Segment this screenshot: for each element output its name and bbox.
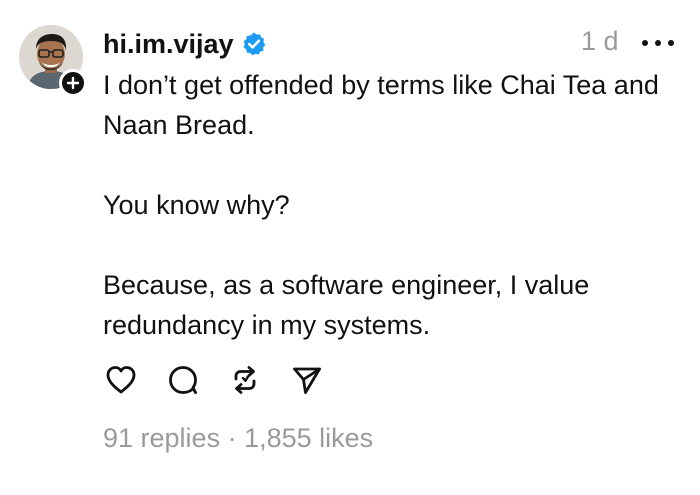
post-paragraph: Because, as a software engineer, I value…: [103, 270, 590, 340]
likes-count[interactable]: 1,855 likes: [244, 423, 373, 453]
verified-badge-icon: [241, 31, 267, 57]
post-stats: 91 replies · 1,855 likes: [103, 423, 373, 454]
post-timestamp: 1 d: [581, 26, 619, 56]
more-horizontal-icon[interactable]: [642, 29, 674, 57]
post-paragraph: I don’t get offended by terms like Chai …: [103, 70, 659, 140]
username[interactable]: hi.im.vijay: [103, 29, 234, 60]
post-body: I don’t get offended by terms like Chai …: [103, 65, 693, 345]
send-icon[interactable]: [289, 362, 325, 398]
post-paragraph: You know why?: [103, 190, 290, 220]
author-avatar[interactable]: [19, 25, 87, 97]
heart-icon[interactable]: [103, 362, 139, 398]
post-header: hi.im.vijay: [103, 24, 267, 64]
comment-icon[interactable]: [165, 362, 201, 398]
replies-count[interactable]: 91 replies: [103, 423, 220, 453]
repost-icon[interactable]: [227, 362, 263, 398]
follow-plus-icon[interactable]: [59, 69, 87, 97]
stats-separator: ·: [220, 423, 245, 453]
thread-post: hi.im.vijay 1 d I don’t get offended by …: [0, 0, 700, 495]
post-actions: [103, 362, 351, 398]
